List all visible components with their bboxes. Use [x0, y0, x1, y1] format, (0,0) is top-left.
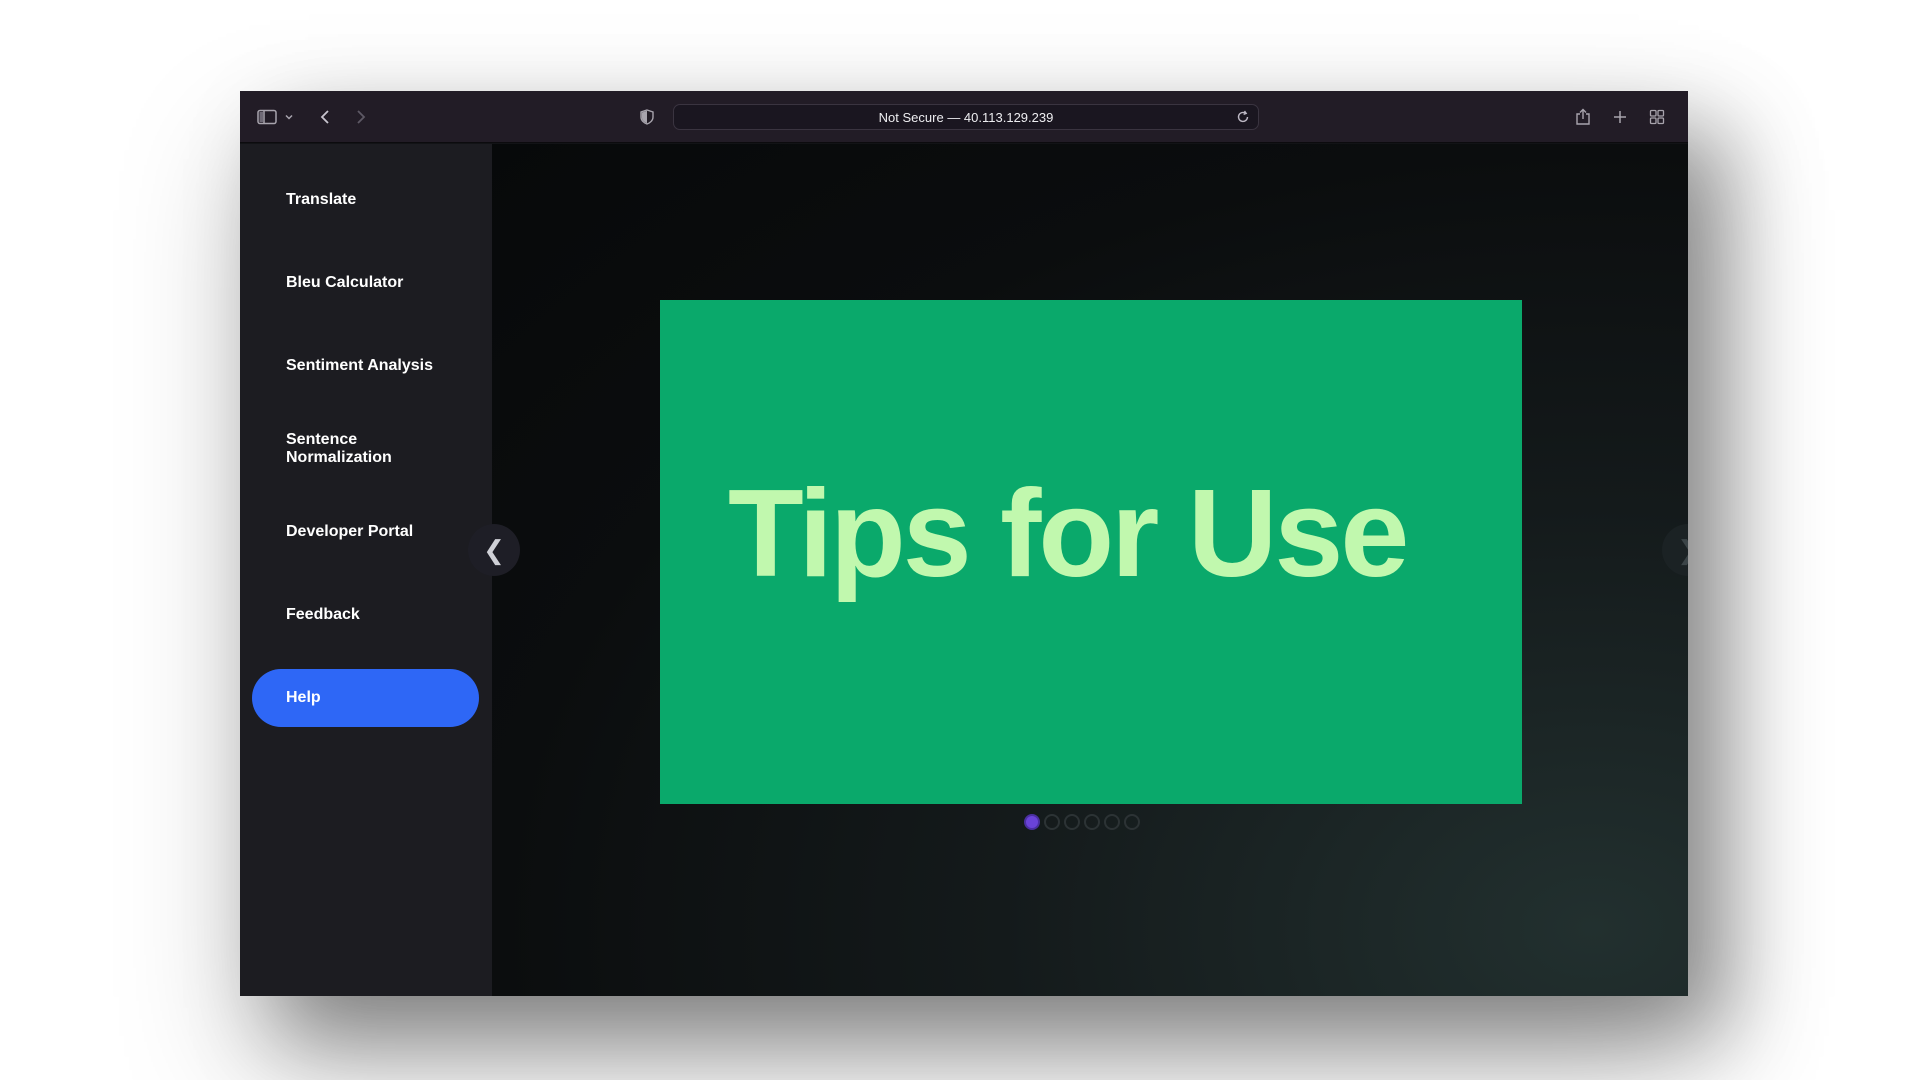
sidebar-item-sentence-normalization[interactable]: Sentence Normalization: [252, 420, 479, 478]
address-bar[interactable]: Not Secure — 40.113.129.239: [673, 104, 1259, 130]
plus-icon[interactable]: [1611, 91, 1629, 143]
browser-toolbar: Not Secure — 40.113.129.239: [240, 91, 1688, 143]
chevron-right-icon: ❯: [1677, 535, 1688, 566]
carousel-slide: Tips for Use: [660, 300, 1522, 804]
chevron-right-icon[interactable]: [354, 91, 368, 143]
reload-icon[interactable]: [1236, 105, 1250, 129]
grid-icon[interactable]: [1648, 91, 1666, 143]
carousel-prev-button[interactable]: ❮: [468, 524, 520, 576]
share-icon[interactable]: [1574, 91, 1592, 143]
carousel-dot-1[interactable]: [1024, 814, 1040, 830]
sidebar-item-bleu-calculator[interactable]: Bleu Calculator: [252, 254, 479, 312]
sidebar-item-developer-portal[interactable]: Developer Portal: [252, 503, 479, 561]
carousel-dot-2[interactable]: [1044, 814, 1060, 830]
carousel-dot-3[interactable]: [1064, 814, 1080, 830]
url-text: Not Secure — 40.113.129.239: [878, 109, 1054, 125]
chevron-left-icon[interactable]: [318, 91, 332, 143]
shield-icon[interactable]: [638, 91, 656, 143]
carousel-next-button[interactable]: ❯: [1662, 524, 1688, 576]
slide-title: Tips for Use: [728, 465, 1409, 603]
sidebar-item-translate[interactable]: Translate: [252, 171, 479, 229]
sidebar-item-sentiment-analysis[interactable]: Sentiment Analysis: [252, 337, 479, 395]
sidebar-item-help[interactable]: Help: [252, 669, 479, 727]
sidebar-nav: Translate Bleu Calculator Sentiment Anal…: [240, 144, 492, 996]
sidebar-item-feedback[interactable]: Feedback: [252, 586, 479, 644]
carousel-dot-6[interactable]: [1124, 814, 1140, 830]
sidebar-icon[interactable]: [256, 91, 278, 143]
carousel-indicators: [1024, 814, 1140, 830]
chevron-down-icon[interactable]: [282, 91, 296, 143]
carousel-dot-5[interactable]: [1104, 814, 1120, 830]
main-content: Tips for Use ❮ ❯: [468, 144, 1688, 996]
carousel-dot-4[interactable]: [1084, 814, 1100, 830]
browser-window: Not Secure — 40.113.129.239 Translate Bl…: [240, 91, 1688, 996]
chevron-left-icon: ❮: [483, 534, 505, 565]
